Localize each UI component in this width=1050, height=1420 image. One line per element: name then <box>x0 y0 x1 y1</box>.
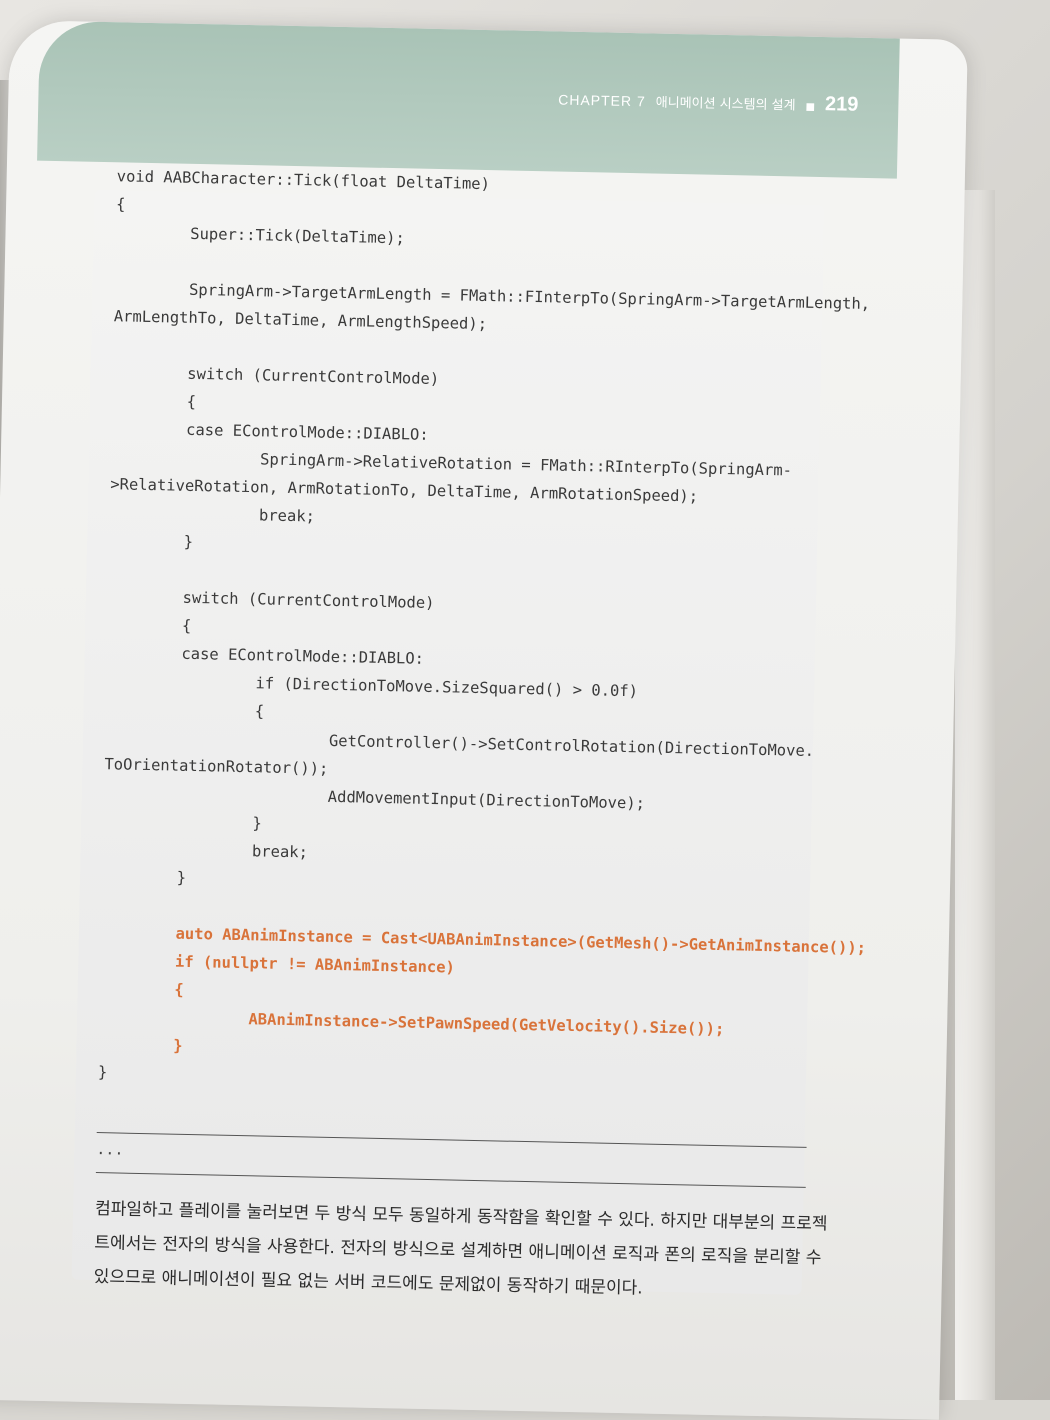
header-separator: ■ <box>805 101 816 113</box>
code-ellipsis: ... <box>96 1140 124 1159</box>
book-page-edges <box>955 190 995 1400</box>
chapter-label: CHAPTER 7 <box>558 91 646 110</box>
page-number: 219 <box>824 93 859 116</box>
book-page: CHAPTER 7 애니메이션 시스템의 설계 ■ 219 void AABCh… <box>0 20 968 1420</box>
chapter-header-band: CHAPTER 7 애니메이션 시스템의 설계 ■ 219 <box>37 20 900 179</box>
body-paragraph: 컴파일하고 플레이를 눌러보면 두 방식 모두 동일하게 동작함을 확인할 수 … <box>93 1192 827 1309</box>
code-listing: void AABCharacter::Tick(float DeltaTime)… <box>98 162 871 1101</box>
running-header: CHAPTER 7 애니메이션 시스템의 설계 ■ 219 <box>558 88 859 117</box>
chapter-title: 애니메이션 시스템의 설계 <box>655 95 796 114</box>
